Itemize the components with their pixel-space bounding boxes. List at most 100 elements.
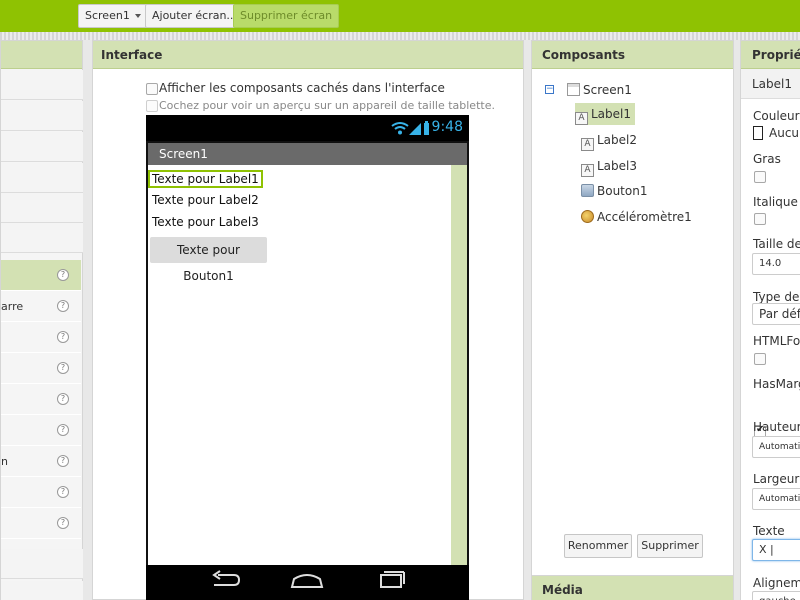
phone-status-bar: 9:48 — [146, 115, 469, 141]
palette-category[interactable] — [1, 101, 83, 131]
tree-node-label: Label2 — [597, 133, 638, 147]
prop-html-format-checkbox[interactable] — [754, 353, 766, 365]
prop-height-label: Hauteur — [753, 420, 800, 434]
tree-node-label: Accéléromètre1 — [597, 210, 692, 224]
help-icon[interactable]: ? — [57, 517, 69, 529]
prop-bold-label: Gras — [753, 152, 781, 166]
help-icon[interactable]: ? — [57, 486, 69, 498]
show-hidden-label: Afficher les composants cachés dans l'in… — [159, 81, 445, 95]
tree-node-screen1[interactable]: Screen1 — [567, 79, 636, 101]
help-icon[interactable]: ? — [57, 424, 69, 436]
tree-node-label3[interactable]: A Label3 — [581, 155, 641, 177]
label3-preview[interactable]: Texte pour Label3 — [150, 215, 261, 229]
show-hidden-checkbox[interactable] — [146, 82, 158, 95]
palette-item[interactable]: ? — [1, 384, 81, 415]
collapse-icon[interactable]: − — [545, 85, 554, 94]
palette-category[interactable] — [1, 163, 83, 193]
show-hidden-option[interactable]: Afficher les composants cachés dans l'in… — [146, 81, 445, 95]
prop-has-margins-label: HasMarg — [753, 377, 800, 391]
properties-panel: Propriété Label1 Couleur d Aucu Gras Ita… — [740, 40, 800, 600]
label-icon: A — [575, 112, 588, 125]
prop-text-label: Texte — [753, 524, 785, 538]
nav-icons — [212, 570, 405, 588]
tree-node-label2[interactable]: A Label2 — [581, 129, 641, 151]
palette-panel: ? arre????? n??? — [0, 40, 83, 600]
tree-node-label: Label1 — [591, 107, 632, 121]
prop-font-type-select[interactable]: Par défau — [752, 303, 800, 325]
help-icon[interactable]: ? — [57, 455, 69, 467]
home-icon — [290, 574, 324, 588]
palette-item[interactable]: ? — [1, 322, 81, 353]
palette-item[interactable]: ? — [1, 477, 81, 508]
components-panel: Composants − Screen1 A Label1 A Label2 A La… — [531, 40, 734, 580]
properties-title: Propriété — [741, 41, 800, 69]
palette-category[interactable] — [1, 132, 83, 162]
palette-item[interactable]: ? — [1, 415, 81, 446]
prop-alignment-select[interactable]: gauche — [752, 591, 800, 600]
screen-scrollbar[interactable] — [451, 165, 467, 565]
prop-font-size-label: Taille de p — [753, 237, 800, 251]
palette-item[interactable]: n? — [1, 446, 81, 477]
prop-background-color-value[interactable]: Aucu — [753, 126, 799, 140]
help-icon[interactable]: ? — [57, 269, 69, 281]
prop-italic-checkbox[interactable] — [754, 213, 766, 225]
prop-width-label: Largeur — [753, 472, 800, 486]
tree-node-bouton1[interactable]: Bouton1 — [581, 180, 651, 202]
prop-font-size-input[interactable]: 14.0 — [752, 253, 800, 275]
remove-screen-button[interactable]: Supprimer écran — [233, 4, 340, 28]
phone-preview: 9:48 Screen1 Texte pour Label1 Texte pou… — [146, 115, 469, 600]
rename-button[interactable]: Renommer — [564, 534, 632, 558]
components-title: Composants — [532, 41, 733, 69]
screen-select-dropdown[interactable]: Screen1 — [78, 4, 148, 28]
recent-apps-icon — [380, 571, 405, 588]
tablet-preview-checkbox[interactable] — [146, 100, 158, 112]
palette-item[interactable]: arre? — [1, 291, 81, 322]
palette-item-label: arre — [1, 300, 24, 313]
label1-preview[interactable]: Texte pour Label1 — [148, 170, 263, 188]
prop-italic-label: Italique — [753, 195, 798, 209]
wifi-icon — [391, 122, 409, 135]
color-value: Aucu — [769, 126, 800, 140]
palette-item-label: n — [1, 455, 8, 468]
palette-item[interactable]: ? — [1, 508, 81, 539]
status-clock: 9:48 — [431, 119, 463, 135]
help-icon[interactable]: ? — [57, 331, 69, 343]
palette-category[interactable] — [1, 581, 83, 600]
tablet-preview-option[interactable]: Cochez pour voir un aperçu sur un appare… — [146, 99, 495, 112]
add-screen-button[interactable]: Ajouter écran... — [145, 4, 244, 28]
phone-nav-bar — [146, 565, 469, 600]
prop-width-select[interactable]: Automatiq — [752, 488, 800, 510]
prop-background-color-label: Couleur d — [753, 109, 800, 123]
top-toolbar: Screen1 Ajouter écran... Supprimer écran — [0, 0, 800, 32]
delete-button[interactable]: Supprimer — [637, 534, 703, 558]
tree-node-label: Bouton1 — [597, 184, 648, 198]
palette-category[interactable] — [1, 70, 83, 100]
prop-bold-checkbox[interactable] — [754, 171, 766, 183]
tree-node-accelerometre1[interactable]: Accéléromètre1 — [581, 206, 696, 228]
status-icons — [391, 121, 429, 135]
tree-node-label1[interactable]: A Label1 — [575, 103, 636, 125]
palette-category[interactable] — [1, 193, 83, 223]
prop-height-select[interactable]: Automatiq — [752, 436, 800, 458]
label-icon: A — [581, 164, 594, 177]
toolbar-separator — [0, 32, 800, 40]
media-title: Média — [532, 576, 733, 600]
screen-icon — [567, 83, 580, 96]
palette-category[interactable] — [1, 549, 83, 579]
screen-select-label: Screen1 — [85, 9, 130, 22]
palette-item[interactable]: ? — [1, 353, 81, 384]
palette-item[interactable]: ? — [1, 260, 81, 291]
button-icon — [581, 184, 594, 197]
prop-text-input[interactable]: X | — [752, 539, 800, 561]
bouton1-preview[interactable]: Texte pour Bouton1 — [150, 237, 267, 283]
help-icon[interactable]: ? — [57, 362, 69, 374]
media-panel: Média — [531, 575, 734, 600]
palette-category[interactable] — [1, 223, 83, 253]
label2-preview[interactable]: Texte pour Label2 — [150, 193, 261, 207]
prop-html-format-label: HTMLFor — [753, 334, 800, 348]
help-icon[interactable]: ? — [57, 300, 69, 312]
color-swatch — [753, 126, 763, 140]
help-icon[interactable]: ? — [57, 393, 69, 405]
phone-screen: Texte pour Label1 Texte pour Label2 Text… — [148, 165, 467, 565]
signal-icon — [409, 123, 421, 135]
